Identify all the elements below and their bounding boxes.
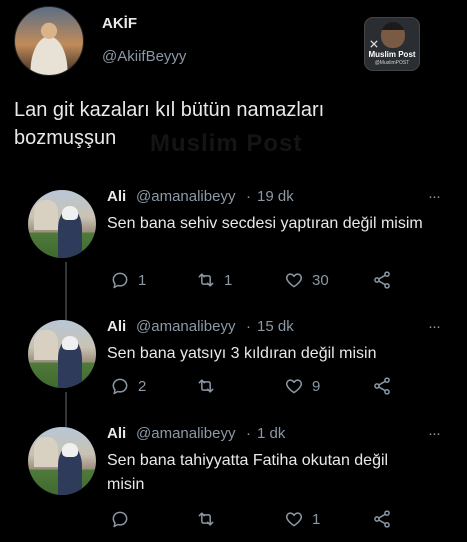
reply-count: 1 — [138, 271, 147, 289]
reply-item[interactable]: Ali @amanalibeyy · 1 dk ··· Sen bana tah… — [0, 425, 467, 542]
share-icon — [374, 510, 390, 528]
share-icon — [374, 377, 390, 395]
reply-time[interactable]: 15 dk — [257, 318, 294, 335]
reply-text: Sen bana tahiyyatta Fatiha okutan değil … — [107, 452, 389, 493]
avatar-head — [62, 443, 78, 457]
reply-icon — [112, 511, 128, 528]
retweet-button[interactable]: 1 — [196, 270, 232, 290]
more-icon[interactable]: ··· — [428, 425, 441, 442]
logo-subtitle: @MuslimPOST — [374, 60, 410, 66]
reply-button[interactable]: 2 — [110, 376, 146, 396]
reply-count: 2 — [138, 377, 147, 395]
time-separator: · — [246, 318, 251, 335]
reply-text: Sen bana sehiv secdesi yaptıran değil mi… — [107, 215, 423, 232]
reply-time[interactable]: 19 dk — [257, 188, 294, 205]
share-button[interactable] — [372, 270, 392, 290]
reply-author-name[interactable]: Ali — [107, 318, 126, 335]
share-button[interactable] — [372, 509, 392, 529]
like-button[interactable]: 9 — [284, 376, 320, 396]
reply-text: Sen bana yatsıyı 3 kıldıran değil misin — [107, 345, 377, 362]
retweet-icon — [198, 512, 214, 526]
reply-icon — [112, 378, 128, 395]
reply-icon — [112, 272, 128, 289]
avatar-background — [34, 437, 58, 467]
reply-time[interactable]: 1 dk — [257, 425, 285, 442]
reply-handle[interactable]: @amanalibeyy — [136, 188, 235, 205]
reply-author-name[interactable]: Ali — [107, 188, 126, 205]
reply-avatar[interactable] — [28, 320, 96, 388]
retweet-button[interactable] — [196, 376, 224, 396]
author-avatar[interactable] — [14, 6, 84, 76]
retweet-icon — [198, 273, 214, 287]
retweet-icon — [198, 379, 214, 393]
heart-icon — [285, 512, 303, 527]
reply-handle[interactable]: @amanalibeyy — [136, 425, 235, 442]
more-icon[interactable]: ··· — [428, 318, 441, 335]
like-count: 9 — [312, 377, 321, 395]
heart-icon — [285, 273, 303, 288]
reply-avatar[interactable] — [28, 427, 96, 495]
reply-button[interactable] — [110, 509, 138, 529]
reply-item[interactable]: Ali @amanalibeyy · 15 dk ··· Sen bana ya… — [0, 318, 467, 438]
share-icon — [374, 271, 390, 289]
time-separator: · — [246, 188, 251, 205]
reply-author-name[interactable]: Ali — [107, 425, 126, 442]
share-button[interactable] — [372, 376, 392, 396]
reply-button[interactable]: 1 — [110, 270, 146, 290]
more-icon[interactable]: ··· — [428, 188, 441, 205]
avatar-head — [62, 206, 78, 220]
tweet-text: Lan git kazaları kıl bütün namazları boz… — [14, 99, 325, 149]
reply-item[interactable]: Ali @amanalibeyy · 19 dk ··· Sen bana se… — [0, 188, 467, 308]
avatar-background — [34, 330, 58, 360]
reply-avatar[interactable] — [28, 190, 96, 258]
author-handle[interactable]: @AkiifBeyyy — [102, 48, 186, 65]
retweet-button[interactable] — [196, 509, 224, 529]
avatar-head — [62, 336, 78, 350]
brand-logo: Muslim Post @MuslimPOST — [364, 17, 420, 71]
like-count: 1 — [312, 510, 321, 528]
author-name[interactable]: AKİF — [102, 15, 137, 32]
like-button[interactable]: 30 — [284, 270, 329, 290]
logo-portrait — [381, 22, 405, 48]
like-button[interactable]: 1 — [284, 509, 320, 529]
logo-title: Muslim Post — [368, 50, 416, 59]
reply-handle[interactable]: @amanalibeyy — [136, 318, 235, 335]
time-separator: · — [246, 425, 251, 442]
x-logo-icon — [370, 40, 378, 48]
retweet-count: 1 — [224, 271, 233, 289]
avatar-background — [34, 200, 58, 230]
like-count: 30 — [312, 271, 329, 289]
heart-icon — [285, 379, 303, 394]
